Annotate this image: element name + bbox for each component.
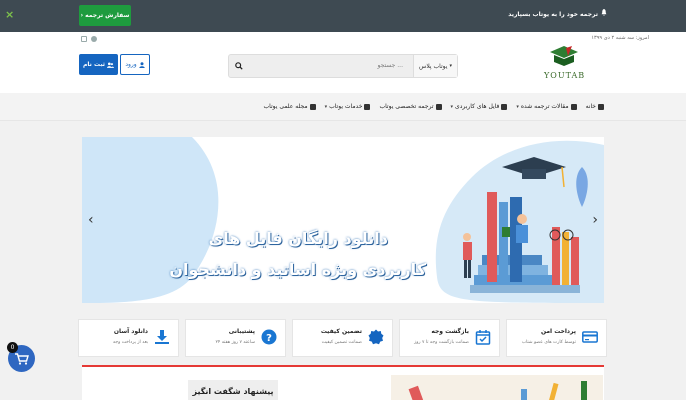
nav-item-label: فایل های کاربردی — [455, 103, 500, 110]
chevron-down-icon: ▾ — [516, 103, 519, 110]
feature-subtitle: توسط کارت های عضو شتاب — [521, 340, 576, 345]
feature-subtitle: ضمانت تضمین کیفیت — [321, 340, 362, 345]
feature-support: ? پشتیبانی ۲۴ ساعته ۷ روز هفته — [185, 319, 286, 357]
nav-item-label: خدمات یوتاب — [329, 103, 363, 110]
search-icon[interactable] — [235, 62, 243, 70]
nav-item-label: ترجمه تخصصی یوتاب — [379, 103, 434, 110]
features-row: دانلود آسان بعد از پرداخت وجه ? پشتیبانی… — [78, 319, 608, 357]
floating-cart-button[interactable]: 0 — [7, 342, 35, 372]
edit-icon — [309, 103, 316, 110]
feature-subtitle: بعد از پرداخت وجه — [112, 340, 148, 345]
chevron-down-icon: ▾ — [449, 63, 452, 69]
nav-item-label: خانه — [585, 103, 596, 110]
document-icon — [435, 103, 442, 110]
document-icon — [570, 103, 577, 110]
bell-icon — [601, 9, 607, 16]
feature-subtitle: ۲۴ ساعته ۷ روز هفته — [215, 340, 255, 345]
cart-count-badge: 0 — [7, 342, 18, 353]
users-icon — [107, 61, 115, 68]
slider-next-button[interactable]: › — [592, 213, 598, 227]
top-banner: × › سفارش ترجمه ترجمه خود را به یوتاب بس… — [0, 0, 686, 32]
nav-item-magazine[interactable]: مجله علمی یوتاب — [264, 103, 316, 110]
order-translation-button[interactable]: › سفارش ترجمه — [79, 5, 131, 26]
nav-item-translated-articles[interactable]: مقالات ترجمه شده ▾ — [516, 103, 577, 110]
nav-item-label: مقالات ترجمه شده — [520, 103, 569, 110]
chevron-icon: › — [80, 12, 84, 19]
special-offers-heading: پیشنهاد شگفت انگیز — [188, 380, 278, 400]
slider-prev-button[interactable]: ‹ — [88, 213, 94, 227]
search-category-select[interactable]: یوتاب پلاس ▾ — [413, 55, 457, 77]
logo-text: YOUTAB — [544, 71, 586, 80]
feature-title: پشتیبانی — [228, 328, 255, 335]
banner-message: ترجمه خود را به یوتاب بسپارید — [508, 11, 598, 18]
close-icon[interactable]: × — [5, 9, 14, 21]
search-bar: یوتاب پلاس ▾ جستجو ... — [228, 54, 458, 78]
feature-title: پرداخت امن — [540, 328, 576, 335]
order-translation-label: سفارش ترجمه — [85, 12, 130, 19]
nav-item-useful-files[interactable]: فایل های کاربردی ▾ — [451, 103, 508, 110]
home-icon — [598, 103, 604, 110]
nav-item-specialized-translation[interactable]: ترجمه تخصصی یوتاب — [379, 103, 442, 110]
chevron-down-icon: ▾ — [324, 103, 328, 110]
main-nav: خانه مقالات ترجمه شده ▾ فایل های کاربردی… — [0, 93, 686, 121]
feature-subtitle: ضمانت بازگشت وجه تا ۷ روز — [414, 340, 469, 345]
telegram-icon[interactable] — [91, 36, 97, 42]
feature-refund: بازگشت وجه ضمانت بازگشت وجه تا ۷ روز — [399, 319, 500, 357]
hero-heading-line1: دانلود رایگان فایل های — [208, 229, 388, 248]
feature-title: دانلود آسان — [113, 328, 148, 335]
calendar-check-icon — [475, 330, 491, 345]
chevron-down-icon: ▾ — [450, 103, 454, 110]
feature-quality: تضمین کیفیت ضمانت تضمین کیفیت — [292, 319, 393, 357]
current-date: امروز: سه شنبه ۲ دی ۱۳۹۹ — [591, 35, 649, 41]
file-icon — [501, 103, 508, 110]
login-button[interactable]: ورود — [120, 54, 150, 75]
feature-title: بازگشت وجه — [431, 328, 469, 335]
feature-title: تضمین کیفیت — [320, 328, 362, 335]
logo-mark-icon — [550, 46, 578, 66]
nav-item-home[interactable]: خانه — [586, 103, 604, 110]
site-header: امروز: سه شنبه ۲ دی ۱۳۹۹ YOUTAB یوتاب پل… — [0, 32, 686, 93]
site-logo[interactable]: YOUTAB — [544, 44, 584, 88]
svg-text:?: ? — [266, 333, 272, 344]
feature-secure-payment: پرداخت امن توسط کارت های عضو شتاب — [506, 319, 607, 357]
feature-easy-download: دانلود آسان بعد از پرداخت وجه — [78, 319, 179, 357]
badge-icon — [368, 329, 384, 345]
search-category-label: یوتاب پلاس — [419, 62, 448, 70]
credit-card-icon — [582, 331, 598, 343]
search-input[interactable]: جستجو ... — [378, 62, 404, 69]
instagram-icon[interactable] — [81, 36, 87, 42]
signup-button[interactable]: ثبت نام — [79, 54, 118, 75]
cart-icon — [14, 352, 29, 365]
hero-slider[interactable]: ‹ › دانلود رایگان فایل های کاربردی ویژه … — [82, 137, 604, 303]
help-icon: ? — [261, 329, 277, 345]
banner-message-text: ترجمه خود را به یوتاب بسپارید — [508, 11, 598, 18]
signup-label: ثبت نام — [82, 61, 106, 68]
user-icon — [138, 61, 145, 68]
nav-item-label: مجله علمی یوتاب — [263, 103, 308, 110]
hero-heading-line2: کاربردی ویژه اساتید و دانشجوان — [169, 260, 426, 279]
offer-image[interactable] — [391, 375, 603, 400]
special-offers-section: پیشنهاد شگفت انگیز — [82, 365, 604, 400]
nav-item-services[interactable]: خدمات یوتاب ▾ — [325, 103, 371, 110]
download-icon — [155, 330, 169, 344]
offer-illustration — [391, 375, 603, 400]
login-label: ورود — [125, 61, 137, 68]
grid-icon — [364, 103, 371, 110]
